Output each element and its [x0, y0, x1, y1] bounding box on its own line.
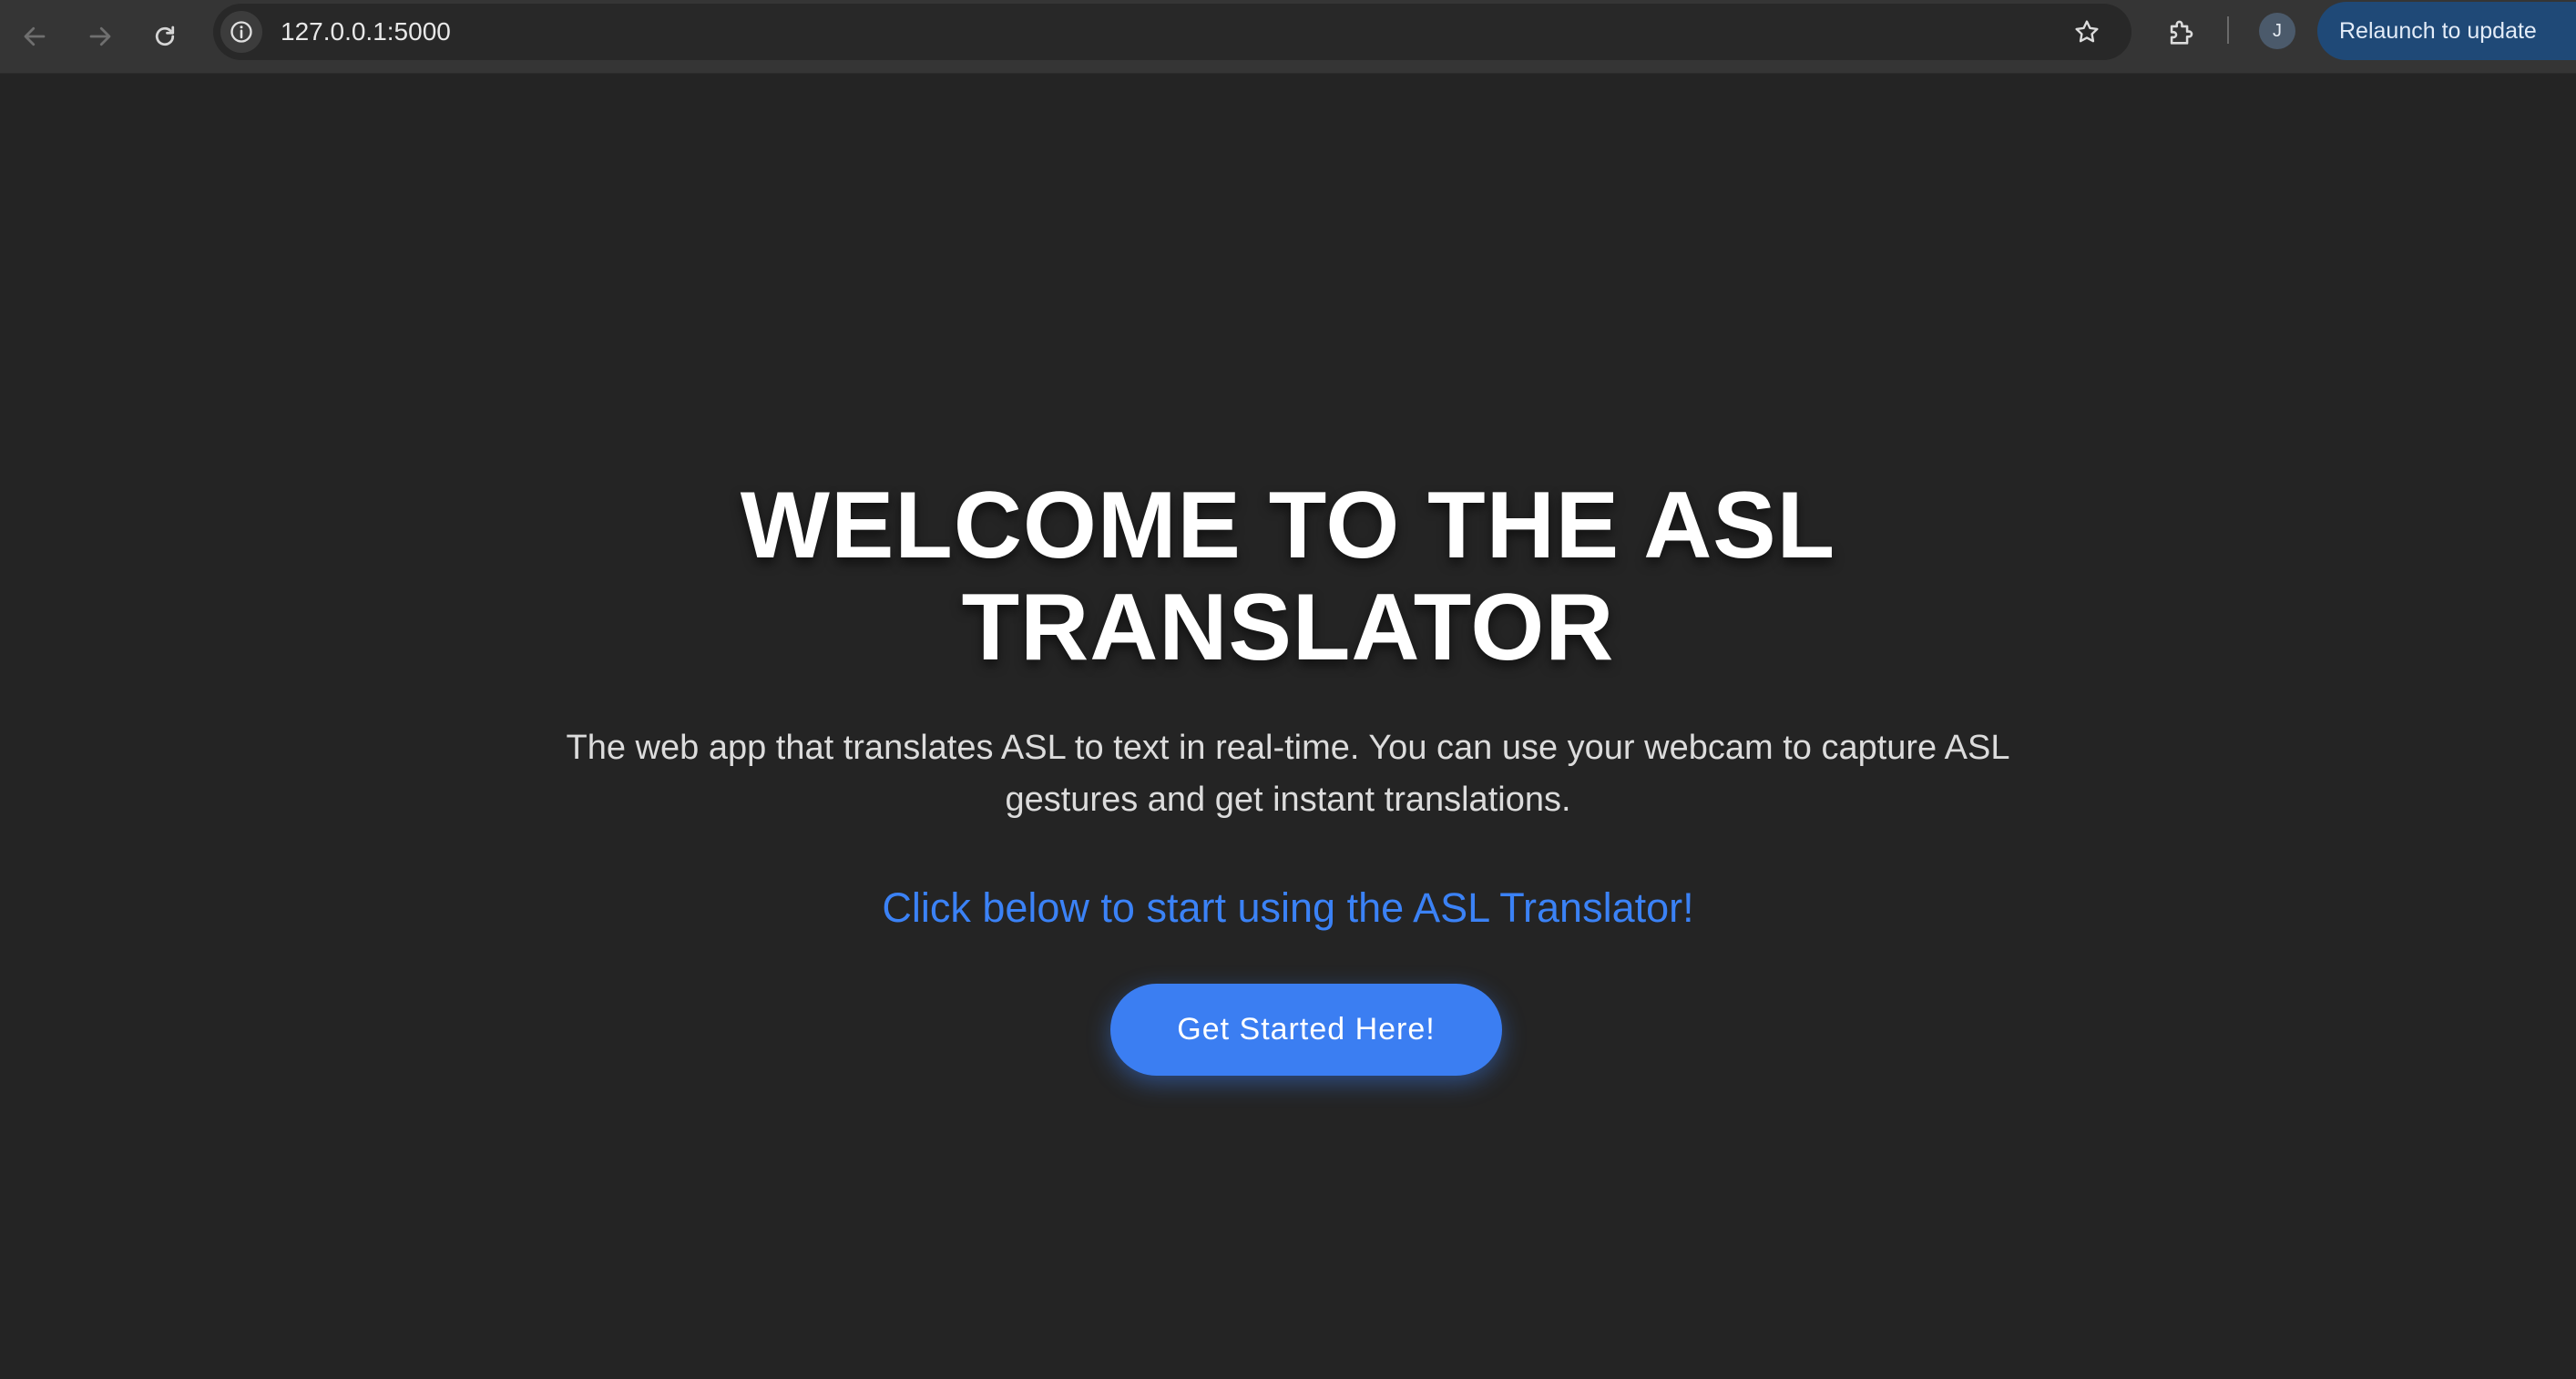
site-info-icon — [230, 21, 252, 43]
page-title-line1: WELCOME TO THE ASL — [740, 473, 1836, 578]
cta-prompt: Click below to start using the ASL Trans… — [882, 884, 1694, 931]
extensions-button[interactable] — [2159, 11, 2203, 55]
forward-arrow-icon — [89, 26, 111, 46]
page-description: The web app that translates ASL to text … — [566, 729, 2010, 819]
relaunch-button[interactable]: Relaunch to update — [2317, 2, 2576, 60]
extensions-puzzle-icon — [2170, 20, 2193, 45]
page-title-line2: TRANSLATOR — [961, 575, 1615, 680]
bookmark-star-icon — [2075, 20, 2099, 43]
reload-icon — [155, 26, 175, 46]
get-started-button[interactable]: Get Started Here! — [1110, 984, 1502, 1076]
forward-button[interactable] — [77, 13, 124, 60]
browser-toolbar: 127.0.0.1:5000 J Relaunch to update — [0, 0, 2576, 74]
profile-avatar[interactable]: J — [2259, 13, 2295, 49]
bookmark-button[interactable] — [2068, 13, 2106, 51]
reload-button[interactable] — [141, 13, 189, 60]
back-arrow-icon — [24, 26, 46, 46]
page-title: WELCOME TO THE ASL TRANSLATOR — [377, 475, 2199, 679]
url-text[interactable]: 127.0.0.1:5000 — [281, 4, 451, 60]
address-bar[interactable]: 127.0.0.1:5000 — [213, 4, 2131, 60]
site-info-button[interactable] — [220, 11, 262, 53]
toolbar-separator — [2227, 16, 2229, 44]
page-content: WELCOME TO THE ASL TRANSLATOR The web ap… — [0, 74, 2576, 1379]
back-button[interactable] — [11, 13, 58, 60]
